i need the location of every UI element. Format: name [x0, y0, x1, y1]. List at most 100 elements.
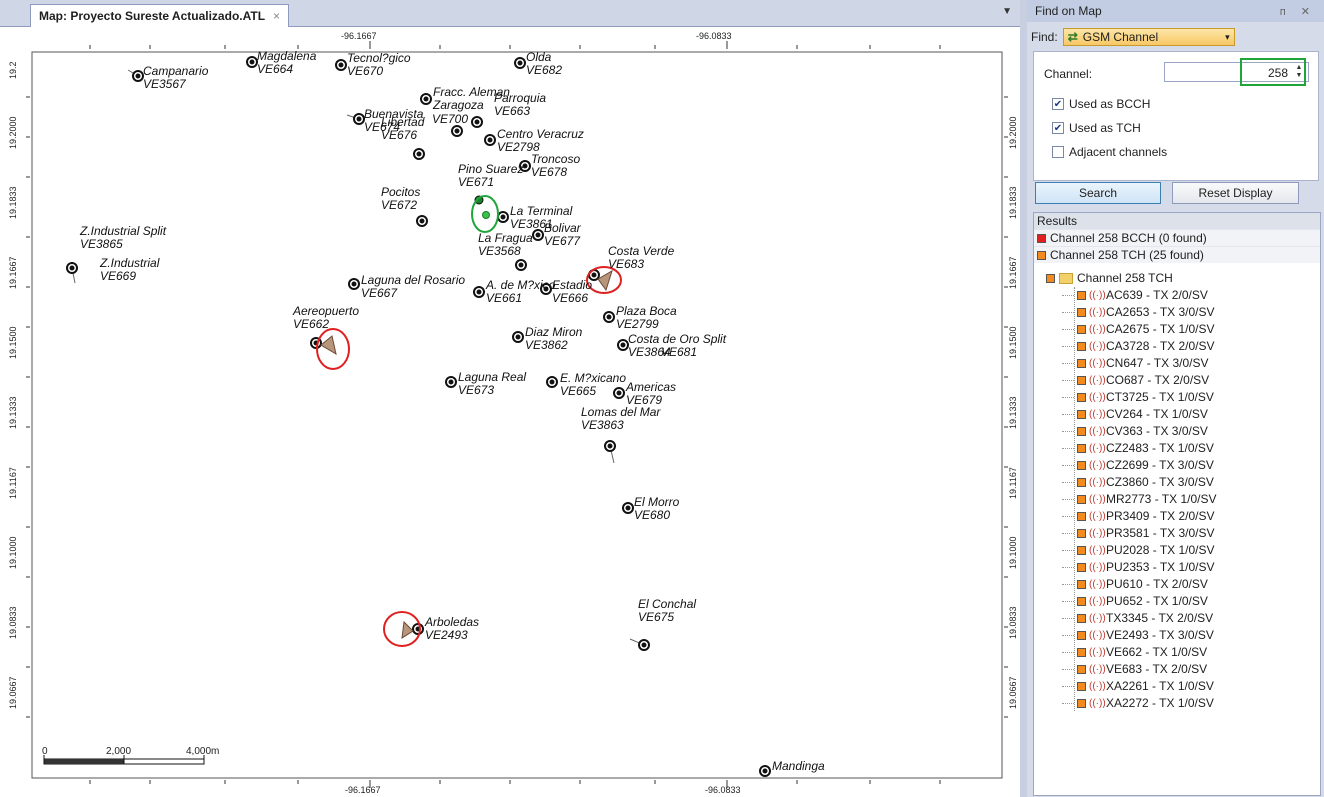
- site-label[interactable]: Z.Industrial VE669: [100, 257, 159, 283]
- tree-item-label: PU610 - TX 2/0/SV: [1106, 577, 1208, 591]
- site-label[interactable]: Mandinga: [772, 760, 825, 773]
- document-tabbar: Map: Proyecto Sureste Actualizado.ATL × …: [0, 0, 1020, 27]
- site-label[interactable]: Pocitos VE672: [381, 186, 420, 212]
- site-label[interactable]: Costa Verde VE683: [608, 245, 674, 271]
- tree-item-label: XA2261 - TX 1/0/SV: [1106, 679, 1214, 693]
- tree-item-label: AC639 - TX 2/0/SV: [1106, 288, 1208, 302]
- reset-display-button[interactable]: Reset Display: [1172, 182, 1299, 204]
- site-label[interactable]: Americas VE679: [626, 381, 676, 407]
- tree-item[interactable]: ((·)) AC639 - TX 2/0/SV: [1062, 287, 1208, 303]
- site-label[interactable]: Tecnol?gico VE670: [347, 52, 411, 78]
- scale-label: 4,000m: [186, 746, 220, 757]
- site-label[interactable]: El Conchal VE675: [638, 598, 696, 624]
- site-marker: [617, 339, 629, 351]
- site-label[interactable]: El Morro VE680: [634, 496, 679, 522]
- site-label[interactable]: Olda VE682: [526, 51, 562, 77]
- map-canvas[interactable]: -96.1667 -96.0833 -96.1667 -96.0833 19.2…: [0, 27, 1020, 797]
- tree-item[interactable]: ((·)) XA2272 - TX 1/0/SV: [1062, 695, 1214, 711]
- map-document-tab[interactable]: Map: Proyecto Sureste Actualizado.ATL ×: [30, 4, 290, 27]
- chevron-down-icon: ▾: [1225, 31, 1230, 42]
- tree-item[interactable]: ((·)) PR3581 - TX 3/0/SV: [1062, 525, 1215, 541]
- site-label[interactable]: Troncoso VE678: [531, 153, 580, 179]
- tree-item-label: CN647 - TX 3/0/SV: [1106, 356, 1209, 370]
- tree-item[interactable]: ((·)) CN647 - TX 3/0/SV: [1062, 355, 1209, 371]
- tab-dropdown-icon[interactable]: ▼: [1002, 6, 1012, 17]
- site-label[interactable]: VE700: [432, 113, 468, 126]
- used-as-bcch-checkbox[interactable]: ✔ Used as BCCH: [1052, 97, 1150, 111]
- tree-item-label: MR2773 - TX 1/0/SV: [1106, 492, 1217, 506]
- tree-item[interactable]: ((·)) CV363 - TX 3/0/SV: [1062, 423, 1208, 439]
- site-label[interactable]: Centro Veracruz VE2798: [497, 128, 584, 154]
- scale-label: 2,000: [106, 746, 132, 757]
- tree-item[interactable]: ((·)) PU610 - TX 2/0/SV: [1062, 576, 1208, 592]
- tch-color-icon: [1077, 613, 1086, 623]
- find-type-value: GSM Channel: [1082, 30, 1159, 44]
- site-label[interactable]: Arboledas VE2493: [425, 616, 479, 642]
- site-marker: [473, 286, 485, 298]
- summary-tch[interactable]: Channel 258 TCH (25 found): [1034, 246, 1320, 263]
- tree-item[interactable]: ((·)) VE662 - TX 1/0/SV: [1062, 644, 1207, 660]
- site-label[interactable]: Plaza Boca VE2799: [616, 305, 677, 331]
- tree-connector: [1062, 685, 1074, 687]
- used-as-tch-checkbox[interactable]: ✔ Used as TCH: [1052, 121, 1141, 135]
- tree-item[interactable]: ((·)) PU2353 - TX 1/0/SV: [1062, 559, 1215, 575]
- site-label[interactable]: Laguna del Rosario VE667: [361, 274, 465, 300]
- site-marker: [546, 376, 558, 388]
- site-label[interactable]: Estadio VE666: [552, 279, 592, 305]
- tree-item[interactable]: ((·)) CA3728 - TX 2/0/SV: [1062, 338, 1215, 354]
- tree-connector: [1062, 583, 1074, 585]
- close-icon[interactable]: ×: [273, 5, 280, 27]
- site-label[interactable]: A. de M?xico VE661: [486, 279, 555, 305]
- search-options: Channel: 258 ▲ ▼ ✔ Used as BCCH ✔ Used as…: [1033, 51, 1319, 181]
- tree-item[interactable]: ((·)) VE2493 - TX 3/0/SV: [1062, 627, 1214, 643]
- tree-item[interactable]: ((·)) CA2675 - TX 1/0/SV: [1062, 321, 1215, 337]
- site-marker: [416, 215, 428, 227]
- pin-close-icons[interactable]: ᴨ ✕: [1280, 5, 1316, 18]
- site-label[interactable]: La Fragua VE3568: [478, 232, 533, 258]
- site-label[interactable]: Diaz Miron VE3862: [525, 326, 582, 352]
- checkbox-checked-icon: ✔: [1052, 98, 1064, 110]
- tch-color-icon: [1077, 358, 1086, 368]
- tree-item[interactable]: ((·)) CZ3860 - TX 3/0/SV: [1062, 474, 1214, 490]
- checkbox-label: Used as TCH: [1069, 121, 1141, 135]
- pane-splitter[interactable]: [1020, 0, 1027, 797]
- site-label[interactable]: Pino Suarez VE671: [458, 163, 523, 189]
- adjacent-channels-checkbox[interactable]: Adjacent channels: [1052, 145, 1167, 159]
- tree-item[interactable]: ((·)) CZ2699 - TX 3/0/SV: [1062, 457, 1214, 473]
- tree-item[interactable]: ((·)) CT3725 - TX 1/0/SV: [1062, 389, 1214, 405]
- panel-title: Find on Map: [1035, 4, 1102, 18]
- site-label[interactable]: Magdalena VE664: [257, 50, 316, 76]
- tree-item[interactable]: ((·)) VE683 - TX 2/0/SV: [1062, 661, 1207, 677]
- tree-item[interactable]: ((·)) PR3409 - TX 2/0/SV: [1062, 508, 1215, 524]
- tree-item-label: PU2028 - TX 1/0/SV: [1106, 543, 1215, 557]
- tree-root-node[interactable]: Channel 258 TCH: [1046, 271, 1173, 285]
- tree-item[interactable]: ((·)) CA2653 - TX 3/0/SV: [1062, 304, 1215, 320]
- tree-item[interactable]: ((·)) PU652 - TX 1/0/SV: [1062, 593, 1208, 609]
- site-label[interactable]: Aereopuerto VE662: [293, 305, 359, 331]
- tch-color-icon: [1037, 250, 1046, 260]
- site-marker: [451, 125, 463, 137]
- site-label[interactable]: Libertad VE676: [381, 116, 424, 142]
- tch-color-icon: [1046, 273, 1055, 283]
- site-label[interactable]: Parroquia VE663: [494, 92, 546, 118]
- tree-item[interactable]: ((·)) CZ2483 - TX 1/0/SV: [1062, 440, 1214, 456]
- tree-item[interactable]: ((·)) MR2773 - TX 1/0/SV: [1062, 491, 1217, 507]
- site-label[interactable]: Z.Industrial Split VE3865: [80, 225, 166, 251]
- site-label[interactable]: Bolivar VE677: [544, 222, 581, 248]
- search-button[interactable]: Search: [1035, 182, 1161, 204]
- tree-item-label: VE2493 - TX 3/0/SV: [1106, 628, 1214, 642]
- tree-item[interactable]: ((·)) CV264 - TX 1/0/SV: [1062, 406, 1208, 422]
- site-marker: [484, 134, 496, 146]
- site-label[interactable]: Campanario VE3567: [143, 65, 208, 91]
- tree-item[interactable]: ((·)) CO687 - TX 2/0/SV: [1062, 372, 1209, 388]
- site-marker: [512, 331, 524, 343]
- find-type-dropdown[interactable]: ⇄ GSM Channel ▾: [1062, 28, 1235, 46]
- tree-item[interactable]: ((·)) PU2028 - TX 1/0/SV: [1062, 542, 1215, 558]
- tree-item[interactable]: ((·)) TX3345 - TX 2/0/SV: [1062, 610, 1213, 626]
- tree-item[interactable]: ((·)) XA2261 - TX 1/0/SV: [1062, 678, 1214, 694]
- site-label[interactable]: VE681: [661, 346, 697, 359]
- site-label[interactable]: Lomas del Mar VE3863: [581, 406, 660, 432]
- summary-bcch[interactable]: Channel 258 BCCH (0 found): [1034, 229, 1320, 246]
- site-label[interactable]: Laguna Real VE673: [458, 371, 526, 397]
- site-label[interactable]: E. M?xicano VE665: [560, 372, 626, 398]
